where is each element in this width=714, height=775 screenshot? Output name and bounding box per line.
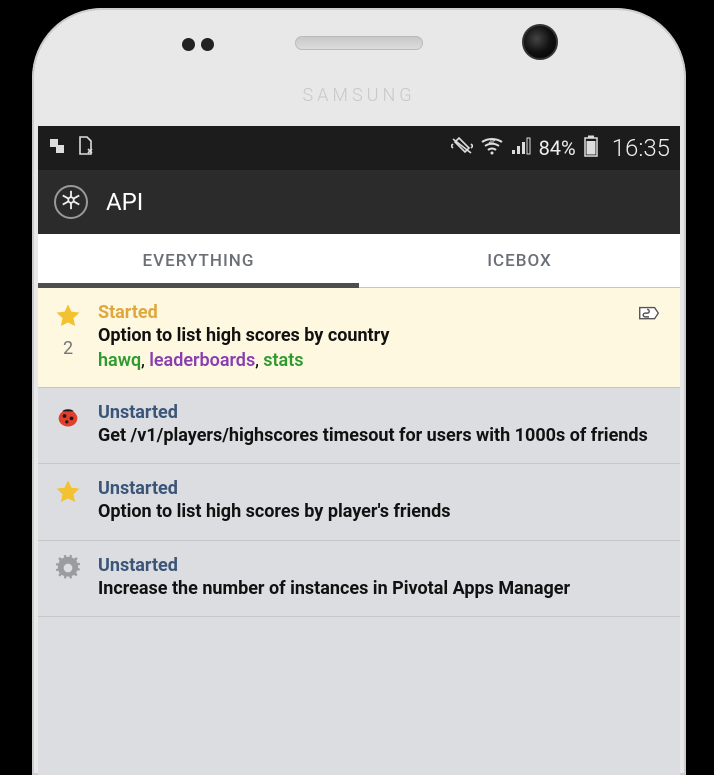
vibrate-icon bbox=[451, 136, 473, 161]
notification-icon bbox=[48, 136, 66, 160]
story-title: Option to list high scores by country bbox=[98, 325, 618, 348]
front-camera bbox=[522, 24, 558, 60]
app-icon[interactable] bbox=[54, 185, 88, 219]
screen: 84% 16:35 API EVERYTHING ICEBOX bbox=[38, 126, 680, 775]
wifi-icon bbox=[481, 136, 503, 160]
brand-label: SAMSUNG bbox=[302, 85, 415, 106]
story-list[interactable]: 2 Started Option to list high scores by … bbox=[38, 288, 680, 617]
gear-icon bbox=[55, 555, 81, 585]
attachment-icon bbox=[636, 302, 662, 332]
story-item[interactable]: Unstarted Get /v1/players/highscores tim… bbox=[38, 388, 680, 465]
bug-icon bbox=[54, 402, 82, 434]
story-status: Started bbox=[98, 302, 618, 323]
android-statusbar: 84% 16:35 bbox=[38, 126, 680, 170]
story-title: Increase the number of instances in Pivo… bbox=[98, 578, 666, 601]
phone-frame: SAMSUNG 84% bbox=[32, 8, 686, 775]
star-icon bbox=[54, 478, 82, 510]
tab-label: ICEBOX bbox=[487, 251, 552, 271]
star-icon bbox=[54, 302, 82, 334]
tab-label: EVERYTHING bbox=[143, 251, 255, 271]
battery-icon bbox=[584, 135, 598, 162]
story-label: stats bbox=[263, 350, 303, 371]
sensor-dots bbox=[182, 36, 220, 55]
signal-icon bbox=[511, 136, 531, 160]
story-title: Get /v1/players/highscores timesout for … bbox=[98, 425, 666, 448]
earpiece-speaker bbox=[295, 36, 423, 50]
story-item[interactable]: 2 Started Option to list high scores by … bbox=[38, 288, 680, 388]
clock: 16:35 bbox=[612, 134, 670, 162]
app-header: API bbox=[38, 170, 680, 234]
phone-top-bezel: SAMSUNG bbox=[32, 8, 686, 126]
story-labels: hawq, leaderboards, stats bbox=[98, 350, 618, 371]
story-item[interactable]: Unstarted Option to list high scores by … bbox=[38, 464, 680, 541]
story-status: Unstarted bbox=[98, 402, 666, 423]
tab-everything[interactable]: EVERYTHING bbox=[38, 234, 359, 287]
story-label: hawq bbox=[98, 350, 141, 371]
battery-percent: 84% bbox=[539, 136, 576, 160]
story-points: 2 bbox=[63, 338, 73, 359]
story-title: Option to list high scores by player's f… bbox=[98, 501, 666, 524]
story-item[interactable]: Unstarted Increase the number of instanc… bbox=[38, 541, 680, 618]
story-label: leaderboards bbox=[149, 350, 255, 371]
snowflake-icon bbox=[60, 189, 82, 215]
tab-icebox[interactable]: ICEBOX bbox=[359, 234, 680, 287]
app-title: API bbox=[106, 188, 143, 216]
sim-icon bbox=[76, 136, 94, 161]
tab-bar: EVERYTHING ICEBOX bbox=[38, 234, 680, 288]
story-status: Unstarted bbox=[98, 478, 666, 499]
story-status: Unstarted bbox=[98, 555, 666, 576]
